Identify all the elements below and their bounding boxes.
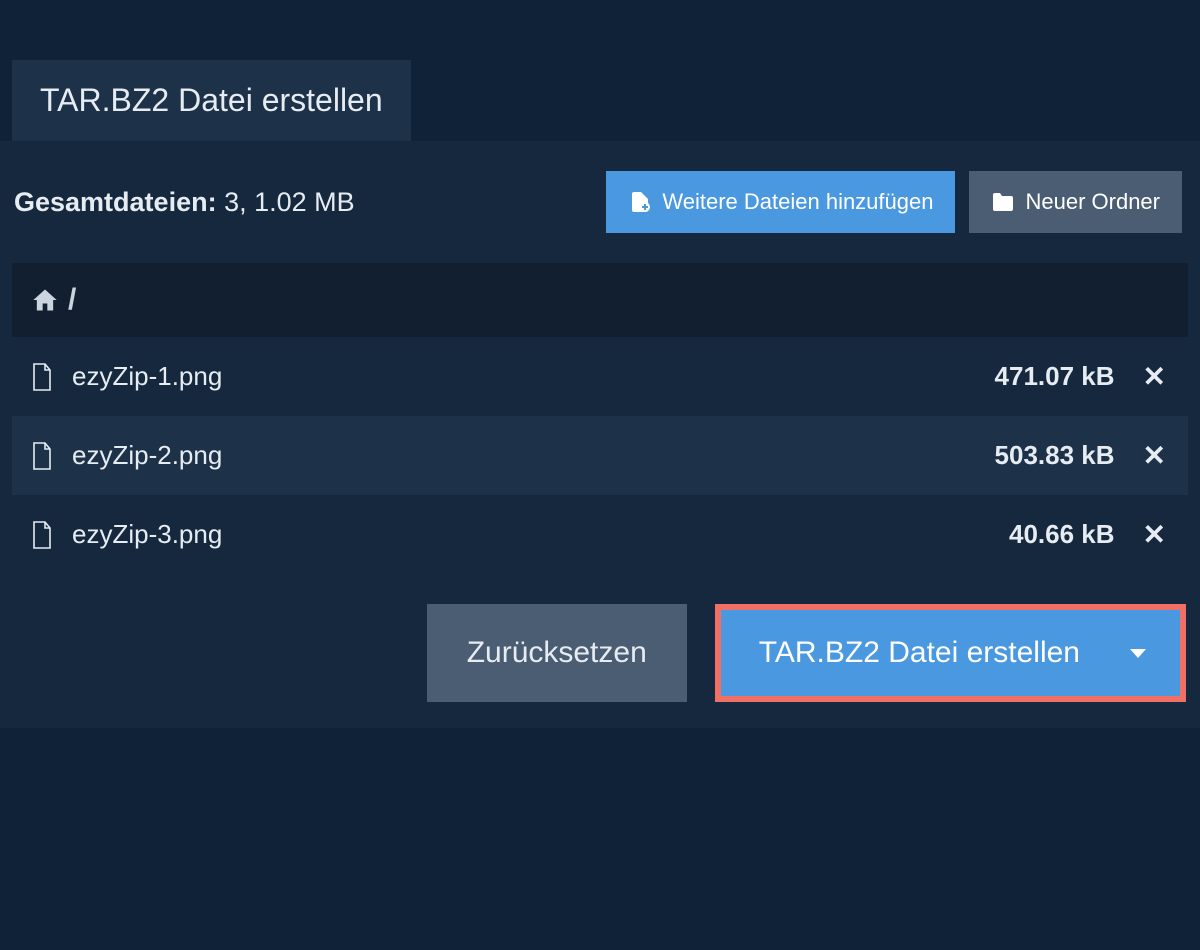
tab-create-archive[interactable]: TAR.BZ2 Datei erstellen: [12, 60, 411, 141]
folder-icon: [991, 191, 1015, 213]
file-icon: [30, 520, 54, 550]
file-size: 40.66 kB: [1009, 519, 1115, 550]
file-icon: [30, 441, 54, 471]
file-icon: [30, 362, 54, 392]
file-name[interactable]: ezyZip-3.png: [72, 519, 991, 550]
reset-button[interactable]: Zurücksetzen: [427, 604, 687, 702]
add-files-button[interactable]: Weitere Dateien hinzufügen: [606, 171, 955, 233]
file-row: ezyZip-3.png 40.66 kB ✕: [12, 495, 1188, 574]
remove-file-button[interactable]: ✕: [1139, 521, 1170, 549]
summary-label: Gesamtdateien:: [14, 187, 217, 217]
file-summary: Gesamtdateien: 3, 1.02 MB: [14, 187, 355, 218]
chevron-down-icon: [1130, 649, 1146, 658]
file-name[interactable]: ezyZip-2.png: [72, 440, 977, 471]
summary-stats: 3, 1.02 MB: [224, 187, 355, 217]
header-row: Gesamtdateien: 3, 1.02 MB Weitere Dateie…: [0, 141, 1200, 263]
file-size: 503.83 kB: [995, 440, 1115, 471]
file-row: ezyZip-1.png 471.07 kB ✕: [12, 337, 1188, 416]
breadcrumb[interactable]: /: [12, 263, 1188, 337]
create-archive-button[interactable]: TAR.BZ2 Datei erstellen: [721, 610, 1180, 696]
file-list: ezyZip-1.png 471.07 kB ✕ ezyZip-2.png 50…: [12, 337, 1188, 574]
remove-file-button[interactable]: ✕: [1139, 442, 1170, 470]
close-icon: ✕: [1143, 440, 1166, 471]
create-label: TAR.BZ2 Datei erstellen: [759, 636, 1080, 670]
file-add-icon: [628, 190, 652, 214]
new-folder-button[interactable]: Neuer Ordner: [969, 171, 1182, 233]
remove-file-button[interactable]: ✕: [1139, 363, 1170, 391]
close-icon: ✕: [1143, 519, 1166, 550]
reset-label: Zurücksetzen: [467, 636, 647, 669]
footer-actions: Zurücksetzen TAR.BZ2 Datei erstellen: [0, 574, 1200, 728]
create-button-highlight: TAR.BZ2 Datei erstellen: [715, 604, 1186, 702]
home-icon: [30, 286, 60, 314]
tab-label: TAR.BZ2 Datei erstellen: [40, 82, 383, 118]
breadcrumb-path: /: [68, 283, 76, 317]
file-row: ezyZip-2.png 503.83 kB ✕: [12, 416, 1188, 495]
new-folder-label: Neuer Ordner: [1025, 189, 1160, 215]
tab-bar: TAR.BZ2 Datei erstellen: [0, 0, 1200, 141]
close-icon: ✕: [1143, 361, 1166, 392]
file-size: 471.07 kB: [995, 361, 1115, 392]
file-name[interactable]: ezyZip-1.png: [72, 361, 977, 392]
add-files-label: Weitere Dateien hinzufügen: [662, 189, 933, 215]
